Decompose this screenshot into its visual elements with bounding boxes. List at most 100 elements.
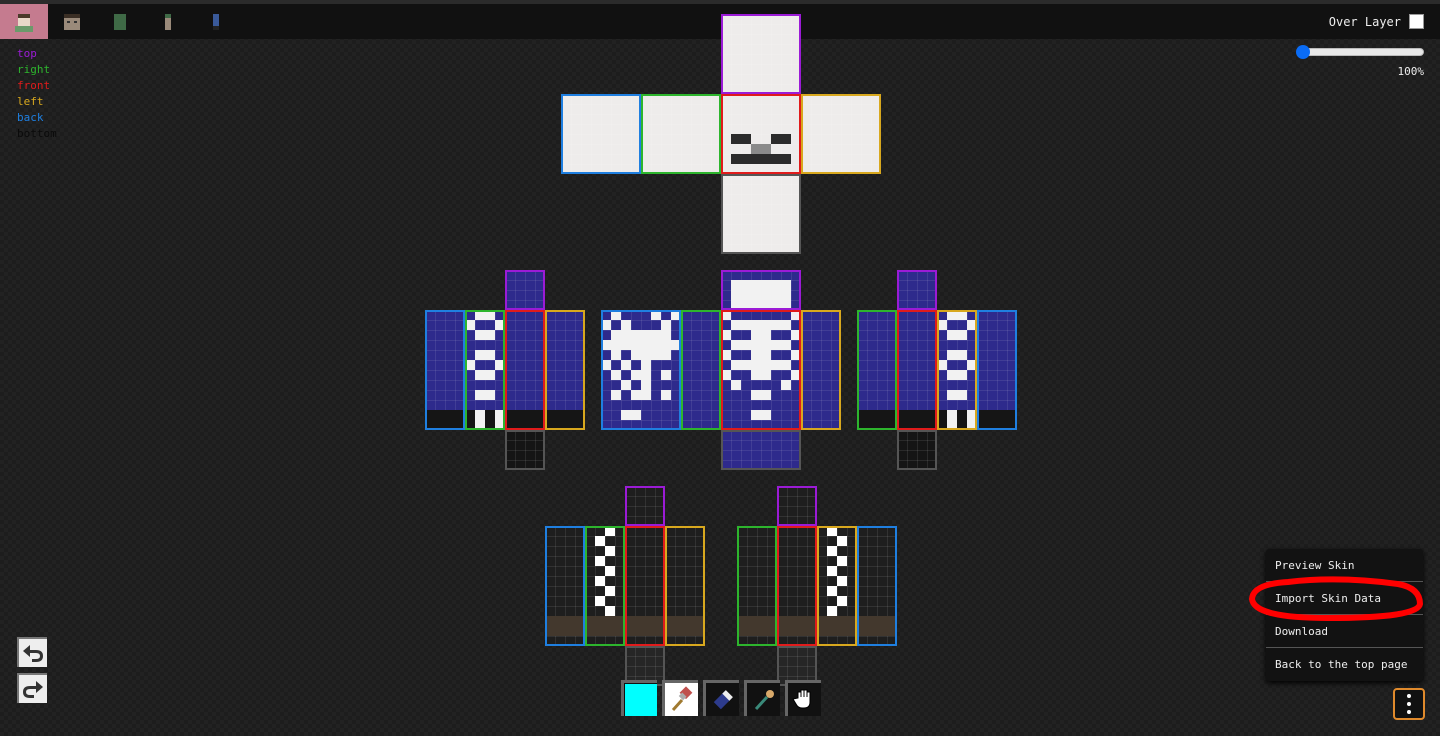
skin-pixel — [565, 626, 575, 636]
skin-pixel — [777, 626, 787, 636]
undo-button[interactable] — [17, 637, 47, 667]
skin-pixel — [947, 330, 957, 340]
skin-pixel — [731, 340, 741, 350]
skin-pixel — [967, 320, 977, 330]
tab-leg[interactable] — [192, 4, 240, 39]
body-bottom-face[interactable] — [721, 430, 801, 470]
left-arm-right-face[interactable] — [857, 310, 897, 430]
body-left-face[interactable] — [801, 310, 841, 430]
eyedropper-tool-button[interactable] — [744, 680, 780, 716]
body-icon — [114, 13, 126, 30]
left-arm-left-face[interactable] — [937, 310, 977, 430]
face-border — [897, 430, 937, 470]
right-leg-back-face[interactable] — [545, 526, 585, 646]
skin-pixel — [867, 626, 877, 636]
skin-pixel — [817, 626, 827, 636]
over-layer-toggle[interactable]: Over Layer — [1329, 14, 1424, 29]
skin-pixel — [445, 420, 455, 430]
skin-pixel — [751, 330, 761, 340]
skin-pixel — [631, 370, 641, 380]
head-bottom-face[interactable] — [721, 174, 801, 254]
menu-item-import-skin-data[interactable]: Import Skin Data — [1266, 582, 1423, 615]
body-back-face[interactable] — [601, 310, 681, 430]
skin-pixel — [731, 154, 741, 164]
head-back-face[interactable] — [561, 94, 641, 174]
right-arm-right-face[interactable] — [465, 310, 505, 430]
right-arm-top-face[interactable] — [505, 270, 545, 310]
skin-pixel — [615, 626, 625, 636]
skin-pixel — [485, 410, 495, 420]
skin-pixel — [741, 290, 751, 300]
skin-pixel — [927, 410, 937, 420]
more-options-button[interactable] — [1393, 688, 1425, 720]
skin-pixel — [957, 410, 967, 420]
left-leg-back-face[interactable] — [857, 526, 897, 646]
tab-arm[interactable] — [144, 4, 192, 39]
skin-pixel — [631, 340, 641, 350]
eraser-tool-button[interactable] — [703, 680, 739, 716]
skin-pixel — [877, 626, 887, 636]
skin-pixel — [435, 410, 445, 420]
zoom-slider[interactable] — [1296, 45, 1424, 59]
skin-pixel — [771, 340, 781, 350]
right-arm-front-face[interactable] — [505, 310, 545, 430]
skin-pixel — [485, 390, 495, 400]
skin-pixel — [827, 526, 837, 536]
body-front-face[interactable] — [721, 310, 801, 430]
skin-pixel — [917, 410, 927, 420]
slider-track[interactable] — [1298, 48, 1424, 56]
skin-pixel — [485, 350, 495, 360]
head-top-face[interactable] — [721, 14, 801, 94]
body-top-face[interactable] — [721, 270, 801, 310]
skin-pixel — [685, 626, 695, 636]
skin-pixel — [731, 360, 741, 370]
head-right-face[interactable] — [641, 94, 721, 174]
menu-item-back-to-top[interactable]: Back to the top page — [1266, 648, 1423, 681]
right-arm-bottom-face[interactable] — [505, 430, 545, 470]
dot — [1407, 702, 1411, 706]
body-right-face[interactable] — [681, 310, 721, 430]
left-leg-left-face[interactable] — [817, 526, 857, 646]
right-leg-front-face[interactable] — [625, 526, 665, 646]
menu-item-download[interactable]: Download — [1266, 615, 1423, 648]
tab-body[interactable] — [96, 4, 144, 39]
color-swatch-button[interactable] — [621, 680, 657, 716]
redo-button[interactable] — [17, 673, 47, 703]
face-legend: top right front left back bottom — [17, 46, 57, 142]
skin-pixel — [761, 280, 771, 290]
head-left-face[interactable] — [801, 94, 881, 174]
head-front-face[interactable] — [721, 94, 801, 174]
face-border — [721, 174, 801, 254]
right-leg-right-face[interactable] — [585, 526, 625, 646]
skin-pixel — [837, 596, 847, 606]
skin-pixel — [907, 420, 917, 430]
left-arm-bottom-face[interactable] — [897, 430, 937, 470]
left-arm-back-face[interactable] — [977, 310, 1017, 430]
skin-pixel — [897, 420, 907, 430]
tab-head[interactable] — [48, 4, 96, 39]
skin-pixel — [947, 410, 957, 420]
hand-tool-button[interactable] — [785, 680, 821, 716]
slider-thumb[interactable] — [1296, 45, 1310, 59]
right-leg-left-face[interactable] — [665, 526, 705, 646]
skin-pixel — [741, 134, 751, 144]
left-leg-front-face[interactable] — [777, 526, 817, 646]
brush-tool-button[interactable] — [662, 680, 698, 716]
left-arm-front-face[interactable] — [897, 310, 937, 430]
right-leg-top-face[interactable] — [625, 486, 665, 526]
over-layer-checkbox[interactable] — [1409, 14, 1424, 29]
skin-pixel — [807, 626, 817, 636]
right-arm-left-face[interactable] — [545, 310, 585, 430]
skin-pixel — [857, 410, 867, 420]
skin-pixel — [641, 370, 651, 380]
menu-item-preview-skin[interactable]: Preview Skin — [1266, 549, 1423, 582]
skin-pixel — [781, 154, 791, 164]
skin-pixel — [605, 546, 615, 556]
left-leg-right-face[interactable] — [737, 526, 777, 646]
skin-pixel — [455, 420, 465, 430]
left-leg-top-face[interactable] — [777, 486, 817, 526]
left-arm-top-face[interactable] — [897, 270, 937, 310]
tab-full-skin[interactable] — [0, 4, 48, 39]
right-arm-back-face[interactable] — [425, 310, 465, 430]
skin-pixel — [781, 320, 791, 330]
